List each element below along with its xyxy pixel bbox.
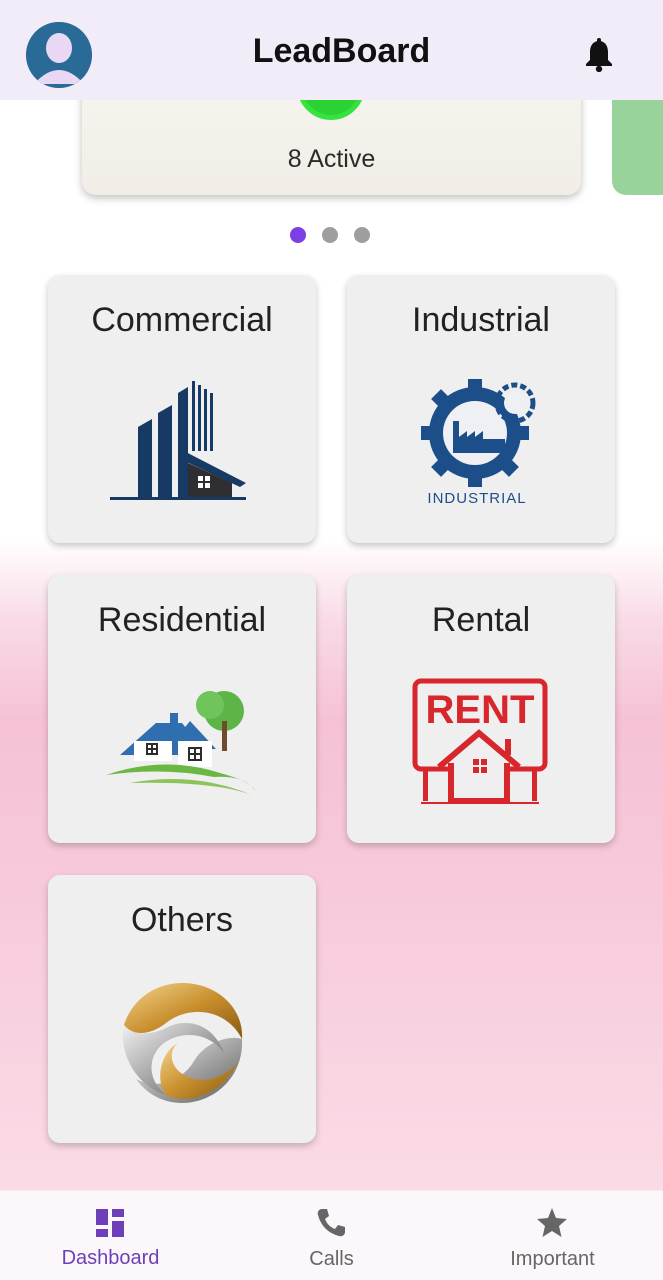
- category-label: Others: [130, 901, 234, 939]
- star-icon: [537, 1208, 567, 1237]
- phone-icon: [317, 1209, 345, 1237]
- page-title: LeadBoard: [252, 32, 431, 70]
- bell-icon[interactable]: [584, 38, 614, 72]
- industrial-gear-icon: INDUSTRIAL: [421, 379, 536, 507]
- carousel-dot[interactable]: [290, 227, 306, 243]
- rent-sign-icon: RENT: [412, 678, 548, 804]
- commercial-building-icon: [110, 381, 246, 500]
- nav-label: Calls: [309, 1248, 354, 1270]
- svg-text:INDUSTRIAL: INDUSTRIAL: [427, 490, 526, 507]
- others-swirl-icon: [122, 983, 243, 1103]
- dashboard-icon: [96, 1209, 124, 1237]
- category-tile-others[interactable]: Others: [48, 875, 316, 1143]
- app-bar: LeadBoard: [0, 0, 663, 100]
- residential-house-icon: [106, 691, 256, 795]
- nav-important[interactable]: Important: [442, 1191, 663, 1280]
- nav-calls[interactable]: Calls: [221, 1191, 442, 1280]
- category-label: Residential: [97, 601, 267, 639]
- nav-label: Dashboard: [61, 1247, 160, 1269]
- category-tile-industrial[interactable]: Industrial INDUSTRIAL: [347, 275, 615, 543]
- category-label: Rental: [431, 601, 531, 639]
- category-tile-rental[interactable]: Rental RENT: [347, 575, 615, 843]
- carousel-pagination: [290, 227, 370, 243]
- svg-text:RENT: RENT: [426, 688, 535, 732]
- carousel-dot[interactable]: [322, 227, 338, 243]
- category-tile-residential[interactable]: Residential: [48, 575, 316, 843]
- nav-dashboard[interactable]: Dashboard: [0, 1191, 221, 1280]
- category-label: Commercial: [91, 301, 273, 339]
- bottom-navigation: Dashboard Calls Important: [0, 1190, 663, 1280]
- category-label: Industrial: [412, 301, 550, 339]
- active-count: 8 Active: [287, 145, 376, 173]
- carousel-dot[interactable]: [354, 227, 370, 243]
- nav-label: Important: [510, 1248, 595, 1270]
- category-tile-commercial[interactable]: Commercial: [48, 275, 316, 543]
